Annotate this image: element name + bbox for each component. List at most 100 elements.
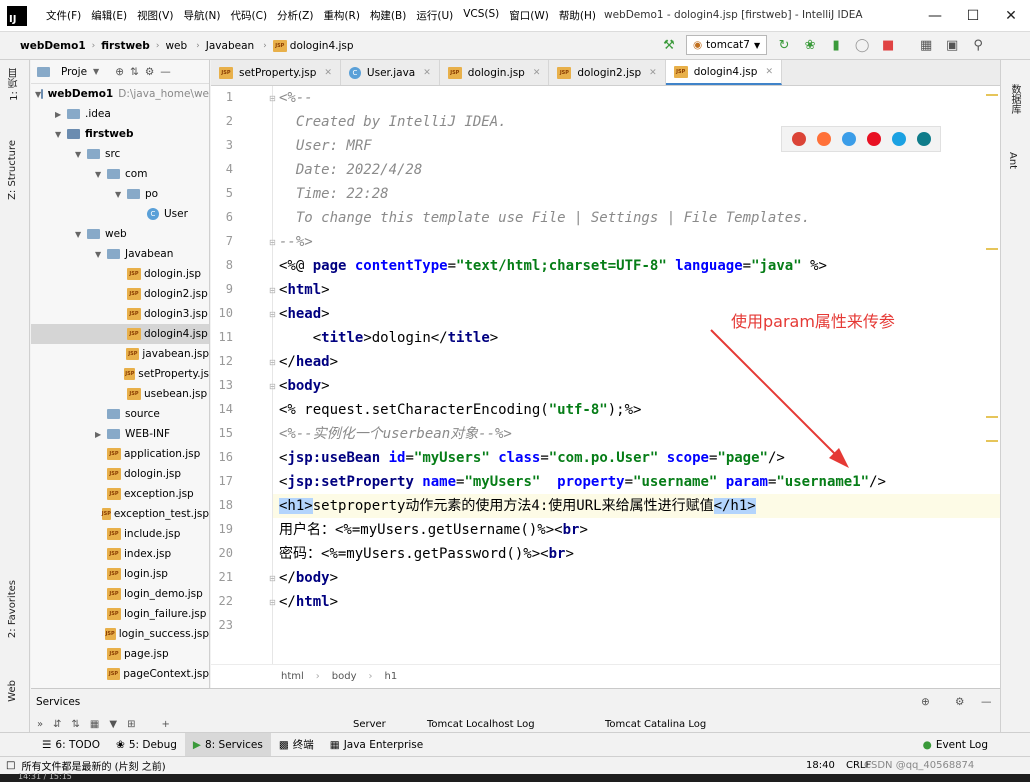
tree-item[interactable]: ▼ firstweb — [31, 124, 209, 144]
code-line[interactable]: </html> — [279, 590, 338, 614]
tree-item[interactable]: JSP page.jsp — [31, 644, 209, 664]
services-subtab[interactable]: Server — [353, 719, 386, 730]
gear-icon[interactable]: ⚙ — [955, 696, 964, 708]
breadcrumb-item[interactable]: web — [165, 40, 187, 52]
chevron-down-icon[interactable]: ▼ — [55, 130, 67, 139]
breadcrumb-item[interactable]: webDemo1 — [20, 40, 86, 52]
code-line[interactable]: 密码：<%=myUsers.getPassword()%><br> — [279, 542, 574, 566]
code-line[interactable]: <title>dologin</title> — [279, 326, 499, 350]
tab-ant[interactable]: Ant — [1007, 152, 1018, 169]
coverage-icon[interactable]: ▮ — [827, 36, 845, 54]
code-line[interactable]: <%@ page contentType="text/html;charset=… — [279, 254, 827, 278]
code-line[interactable]: <body> — [279, 374, 330, 398]
fold-icon[interactable]: ⊟ — [269, 574, 276, 583]
chevron-down-icon[interactable]: ▼ — [115, 190, 127, 199]
tab-event-log[interactable]: ● Event Log — [915, 733, 996, 757]
code-line[interactable]: <%--实例化一个userbean对象--%> — [279, 422, 512, 446]
close-tab-icon[interactable]: ✕ — [765, 67, 773, 77]
breadcrumb-item[interactable]: h1 — [385, 671, 398, 682]
tree-item[interactable]: JSP dologin.jsp — [31, 464, 209, 484]
code-line[interactable]: <jsp:setProperty name="myUsers" property… — [279, 470, 886, 494]
code-line[interactable]: User: MRF — [279, 134, 372, 158]
code-line[interactable]: Created by IntelliJ IDEA. — [279, 110, 507, 134]
tab-project[interactable]: 1: 项目 — [7, 68, 22, 101]
editor-tab[interactable]: JSP setProperty.jsp ✕ — [211, 60, 341, 85]
edge-icon[interactable] — [916, 132, 931, 146]
chevron-right-icon[interactable]: ▶ — [55, 110, 67, 119]
tree-item[interactable]: ▼ com — [31, 164, 209, 184]
tree-item[interactable]: JSP dologin2.jsp — [31, 284, 209, 304]
code-line[interactable]: 用户名：<%=myUsers.getUsername()%><br> — [279, 518, 588, 542]
tree-item[interactable]: ▶ .idea — [31, 104, 209, 124]
expand-icon[interactable]: » — [37, 719, 43, 730]
chevron-down-icon[interactable]: ▼ — [93, 67, 99, 76]
chevron-down-icon[interactable]: ▼ — [75, 230, 87, 239]
menu-item[interactable]: 帮助(H) — [554, 8, 601, 23]
tree-item[interactable]: JSP usebean.jsp — [31, 384, 209, 404]
chevron-down-icon[interactable]: ▼ — [95, 170, 107, 179]
breadcrumb-item[interactable]: dologin4.jsp — [290, 40, 354, 52]
gear-icon[interactable]: ⚙ — [145, 66, 154, 78]
menu-item[interactable]: VCS(S) — [458, 8, 504, 23]
add-service-icon[interactable]: + — [161, 719, 169, 730]
code-line[interactable]: --%> — [279, 230, 313, 254]
fold-icon[interactable]: ⊟ — [269, 238, 276, 247]
code-line[interactable]: <%-- — [279, 86, 313, 110]
close-tab-icon[interactable]: ✕ — [423, 68, 431, 78]
warning-mark[interactable] — [986, 248, 998, 250]
fold-icon[interactable]: ⊟ — [269, 310, 276, 319]
crosshair-icon[interactable]: ⊕ — [921, 696, 930, 708]
project-structure-icon[interactable]: ▦ — [917, 36, 935, 54]
tab-services[interactable]: ▶ 8: Services — [184, 732, 271, 757]
fold-icon[interactable]: ⊟ — [269, 598, 276, 607]
breadcrumb-item[interactable]: body — [332, 671, 357, 682]
breadcrumb-item[interactable]: html — [281, 671, 304, 682]
code-line[interactable]: Time: 22:28 — [279, 182, 389, 206]
code-line[interactable]: </body> — [279, 566, 338, 590]
code-line[interactable]: <% request.setCharacterEncoding("utf-8")… — [279, 398, 641, 422]
fold-icon[interactable]: ⊟ — [269, 358, 276, 367]
menu-item[interactable]: 重构(R) — [318, 8, 365, 23]
chevron-right-icon[interactable]: ▶ — [95, 430, 107, 439]
tree-item[interactable]: C User — [31, 204, 209, 224]
menu-item[interactable]: 文件(F) — [41, 8, 86, 23]
opera-icon[interactable] — [866, 132, 881, 146]
tab-debug[interactable]: ❀ 5: Debug — [108, 733, 185, 757]
tab-web[interactable]: Web — [7, 680, 18, 702]
stop-icon[interactable]: ■ — [879, 36, 897, 54]
fold-icon[interactable]: ⊟ — [269, 382, 276, 391]
tab-structure[interactable]: Z: Structure — [7, 140, 18, 200]
safari-icon[interactable] — [841, 132, 856, 146]
tree-item[interactable]: JSP include.jsp — [31, 524, 209, 544]
caret-position[interactable]: 18:40 — [806, 760, 835, 771]
tree-item[interactable]: ▼ src — [31, 144, 209, 164]
tab-database[interactable]: 数据库 — [1007, 84, 1022, 114]
code-editor[interactable]: <%-- Created by IntelliJ IDEA. User: MRF… — [273, 86, 1000, 664]
tree-item[interactable]: JSP dologin.jsp — [31, 264, 209, 284]
tree-item[interactable]: JSP login_demo.jsp — [31, 584, 209, 604]
chevron-down-icon[interactable]: ▼ — [95, 250, 107, 259]
collapse-icon[interactable]: ⇅ — [130, 66, 139, 78]
code-line[interactable]: To change this template use File | Setti… — [279, 206, 810, 230]
filter-icon[interactable]: ▼ — [109, 719, 117, 730]
build-hammer-icon[interactable]: ⚒ — [660, 36, 678, 54]
breadcrumb-item[interactable]: firstweb — [101, 40, 150, 52]
menu-item[interactable]: 运行(U) — [411, 8, 458, 23]
editor-tab[interactable]: JSP dologin2.jsp ✕ — [549, 60, 666, 85]
tree-item[interactable]: JSP dologin4.jsp — [31, 324, 209, 344]
status-toggle-icon[interactable]: □ — [6, 760, 15, 771]
warning-mark[interactable] — [986, 416, 998, 418]
tab-java-enterprise[interactable]: ▦ Java Enterprise — [322, 733, 431, 757]
tab-todo[interactable]: ☰ 6: TODO — [34, 733, 108, 757]
menu-item[interactable]: 构建(B) — [365, 8, 411, 23]
debug-bug-icon[interactable]: ❀ — [801, 36, 819, 54]
firefox-icon[interactable] — [816, 132, 831, 146]
tab-terminal[interactable]: ▩ 终端 — [271, 733, 322, 757]
code-line[interactable]: Date: 2022/4/28 — [279, 158, 422, 182]
maximize-icon[interactable]: ☐ — [954, 0, 992, 32]
expand-all-icon[interactable]: ⇵ — [53, 719, 61, 730]
editor-tab[interactable]: JSP dologin4.jsp ✕ — [665, 60, 782, 85]
profile-icon[interactable]: ◯ — [853, 36, 871, 54]
close-tab-icon[interactable]: ✕ — [324, 68, 332, 78]
tree-item[interactable]: JSP index.jsp — [31, 544, 209, 564]
